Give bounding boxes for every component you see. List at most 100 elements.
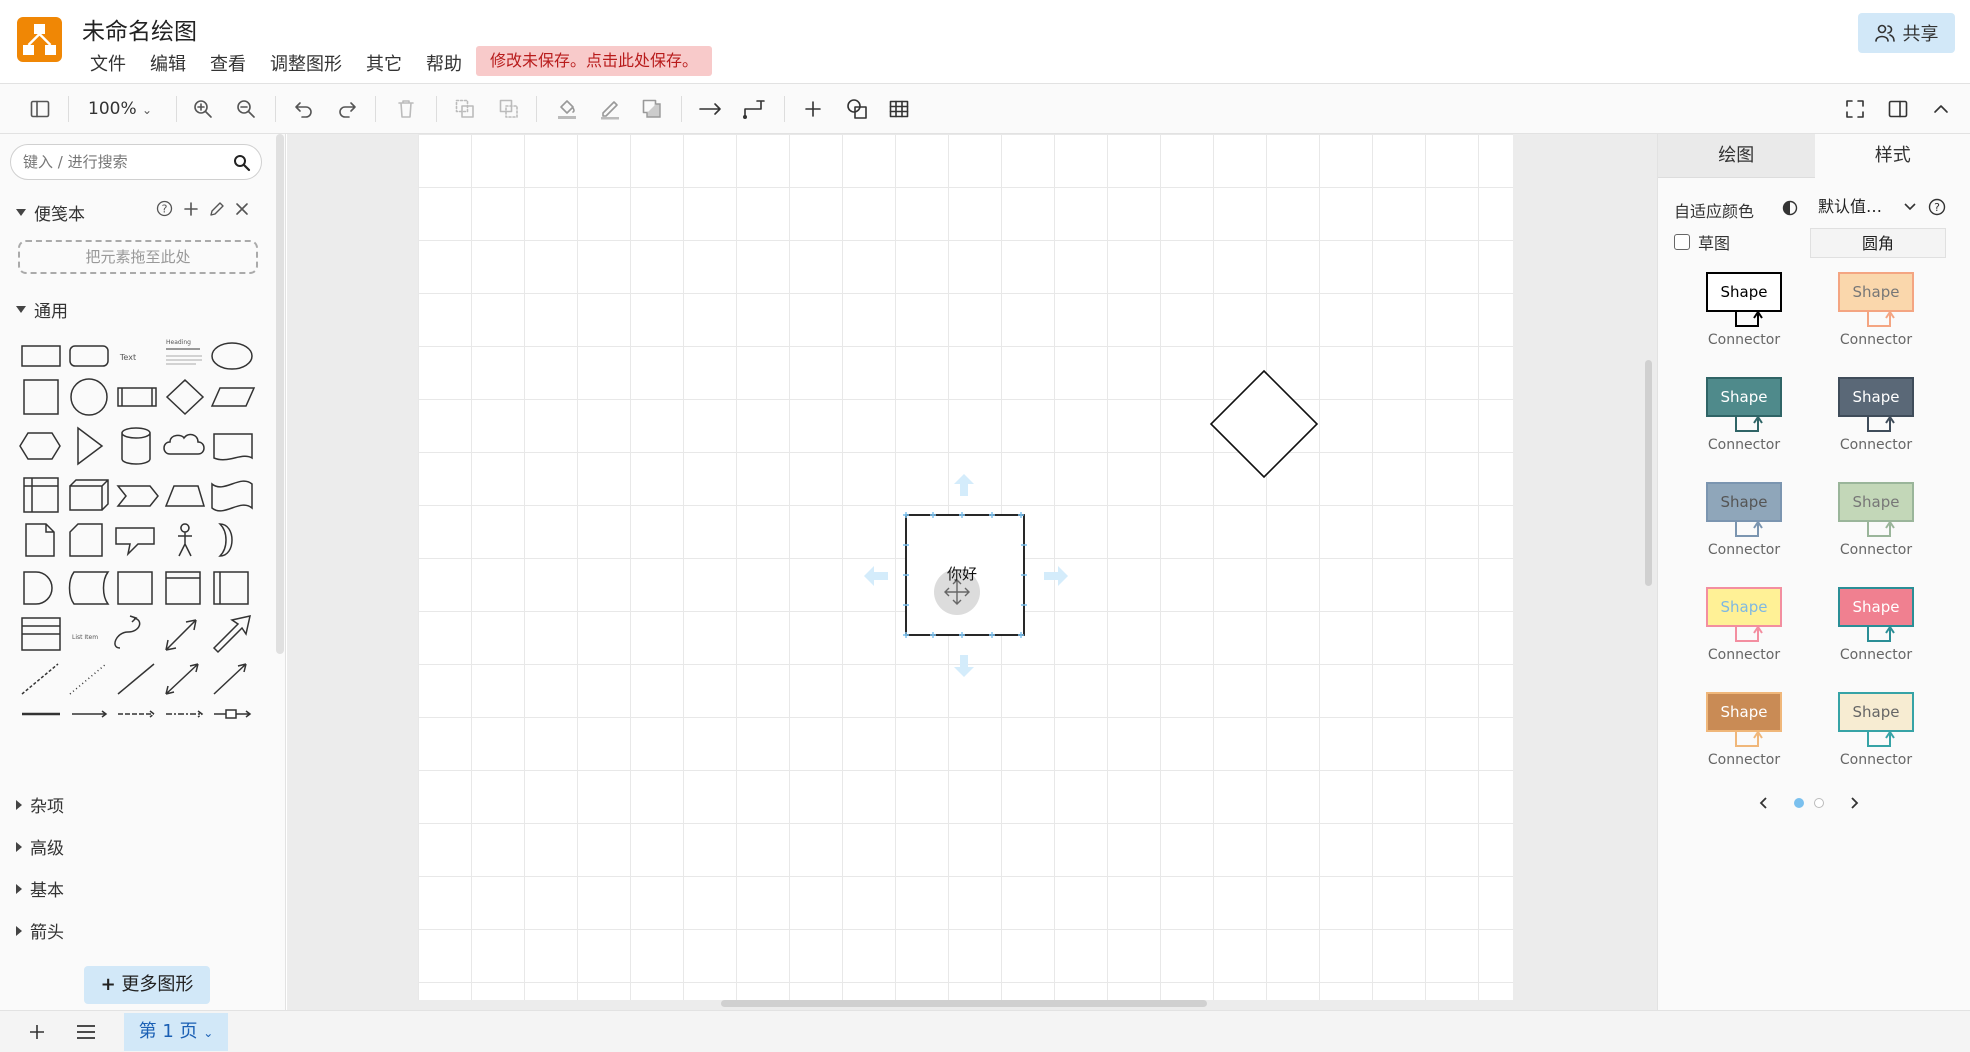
arrow-up-icon[interactable] [954, 474, 974, 496]
shape-note[interactable] [25, 523, 55, 557]
shape-hexagon[interactable] [19, 432, 61, 460]
shape-label[interactable]: 你好 [947, 565, 977, 583]
shape-tape[interactable] [211, 480, 253, 512]
redo-button[interactable] [334, 96, 360, 122]
shape-process[interactable] [117, 387, 157, 407]
page-tab-1[interactable]: 第 1 页 ⌄ [124, 1013, 228, 1051]
menu-arrange[interactable]: 调整图形 [258, 50, 354, 76]
sketch-checkbox[interactable] [1674, 234, 1690, 250]
delete-button[interactable] [393, 96, 419, 122]
diamond-shape[interactable] [1209, 369, 1319, 479]
search-input[interactable] [23, 151, 223, 173]
shape-dotted-line[interactable] [69, 663, 107, 695]
shape-heading-lines[interactable] [166, 348, 200, 350]
chevron-left-icon[interactable] [1758, 796, 1768, 810]
fill-color-button[interactable] [554, 96, 580, 122]
vertical-scrollbar[interactable] [1645, 360, 1652, 586]
fullscreen-button[interactable] [1842, 96, 1868, 122]
rounded-button[interactable]: 圆角 [1810, 228, 1946, 258]
shape-frame[interactable] [165, 571, 201, 605]
style-preset[interactable]: Shape Connector [1682, 692, 1792, 782]
shape-callout[interactable] [115, 527, 155, 557]
edit-icon[interactable] [209, 201, 225, 217]
shape-line[interactable] [117, 663, 155, 695]
shape-cube[interactable] [69, 479, 109, 511]
shape-container[interactable] [213, 571, 249, 605]
shape-heading[interactable]: Heading [166, 339, 191, 346]
style-preset[interactable]: Shape Connector [1682, 377, 1792, 467]
undo-button[interactable] [291, 96, 317, 122]
shape-rounded-rectangle[interactable] [69, 345, 109, 367]
shape-connector-dashed[interactable] [118, 710, 156, 718]
shape-parallelogram[interactable] [210, 387, 256, 407]
to-back-button[interactable] [496, 96, 522, 122]
contrast-icon[interactable] [1782, 200, 1798, 216]
app-logo[interactable] [17, 17, 62, 62]
general-header[interactable]: 通用 [16, 297, 68, 322]
shadow-button[interactable] [639, 96, 665, 122]
shape-cloud[interactable] [163, 433, 205, 455]
shape-trapezoid[interactable] [164, 485, 206, 507]
shape-double-arrow-line[interactable] [165, 663, 199, 695]
shape-list-item[interactable]: List Item [72, 634, 98, 641]
pager-dot[interactable] [1814, 798, 1824, 808]
style-preset[interactable]: Shape Connector [1814, 482, 1924, 572]
menu-edit[interactable]: 编辑 [138, 50, 198, 76]
shape-directional-line[interactable] [213, 663, 247, 695]
shape-square[interactable] [23, 379, 59, 415]
add-page-icon[interactable] [28, 1023, 46, 1041]
help-icon[interactable]: ? [1928, 198, 1946, 216]
shape-connector-arrow[interactable] [72, 710, 108, 718]
format-panel-button[interactable] [1885, 96, 1911, 122]
arrow-down-icon[interactable] [954, 655, 974, 677]
help-icon[interactable]: ? [156, 200, 173, 217]
insert-shape-button[interactable] [844, 96, 870, 122]
shape-connector-dotted[interactable] [166, 710, 204, 718]
style-preset[interactable]: Shape Connector [1814, 377, 1924, 467]
arrow-left-icon[interactable] [864, 566, 888, 586]
more-shapes-button[interactable]: + 更多图形 [84, 966, 210, 1004]
arrow-right-icon[interactable] [1044, 566, 1068, 586]
insert-table-button[interactable] [886, 96, 912, 122]
collapse-button[interactable] [1928, 96, 1954, 122]
connection-style-button[interactable] [698, 96, 724, 122]
chevron-right-icon[interactable] [1850, 796, 1860, 810]
scratchpad-header[interactable]: 便笺本 [16, 200, 85, 225]
shape-rectangle[interactable] [21, 345, 61, 367]
shape-square-2[interactable] [117, 571, 153, 605]
shape-data-storage[interactable] [68, 571, 110, 605]
canvas-area[interactable]: 你好 [287, 134, 1657, 1010]
menu-help[interactable]: 帮助 [414, 50, 474, 76]
arrows-header[interactable]: 箭头 [16, 918, 64, 943]
search-icon[interactable] [233, 154, 251, 172]
scratchpad-drop-zone[interactable]: 把元素拖至此处 [18, 240, 258, 274]
shape-delay[interactable] [23, 571, 53, 605]
style-preset[interactable]: Shape Connector [1814, 587, 1924, 677]
sidebar-scrollbar[interactable] [276, 134, 284, 654]
pages-menu-icon[interactable] [76, 1024, 96, 1040]
shape-cylinder[interactable] [121, 427, 151, 465]
shape-document[interactable] [213, 433, 253, 461]
share-button[interactable]: 共享 [1858, 13, 1955, 53]
shape-dashed-line[interactable] [21, 663, 59, 695]
basic-header[interactable]: 基本 [16, 876, 64, 901]
insert-button[interactable] [800, 96, 826, 122]
sketch-option[interactable]: 草图 [1674, 230, 1730, 254]
shape-card[interactable] [69, 523, 103, 557]
shape-ellipse[interactable] [211, 342, 253, 370]
shape-diamond[interactable] [165, 378, 205, 416]
zoom-out-button[interactable] [233, 96, 259, 122]
style-preset[interactable]: Shape Connector [1814, 272, 1924, 362]
style-preset[interactable]: Shape Connector [1682, 482, 1792, 572]
shape-step[interactable] [116, 485, 159, 507]
menu-extras[interactable]: 其它 [354, 50, 414, 76]
zoom-dropdown[interactable]: 100% ⌄ [88, 96, 152, 122]
shape-triangle[interactable] [77, 426, 104, 466]
zoom-in-button[interactable] [190, 96, 216, 122]
line-color-button[interactable] [597, 96, 623, 122]
advanced-header[interactable]: 高级 [16, 834, 64, 859]
close-icon[interactable] [235, 202, 249, 216]
menu-file[interactable]: 文件 [78, 50, 138, 76]
waypoints-button[interactable] [741, 96, 767, 122]
shape-text[interactable]: Text [119, 353, 136, 362]
